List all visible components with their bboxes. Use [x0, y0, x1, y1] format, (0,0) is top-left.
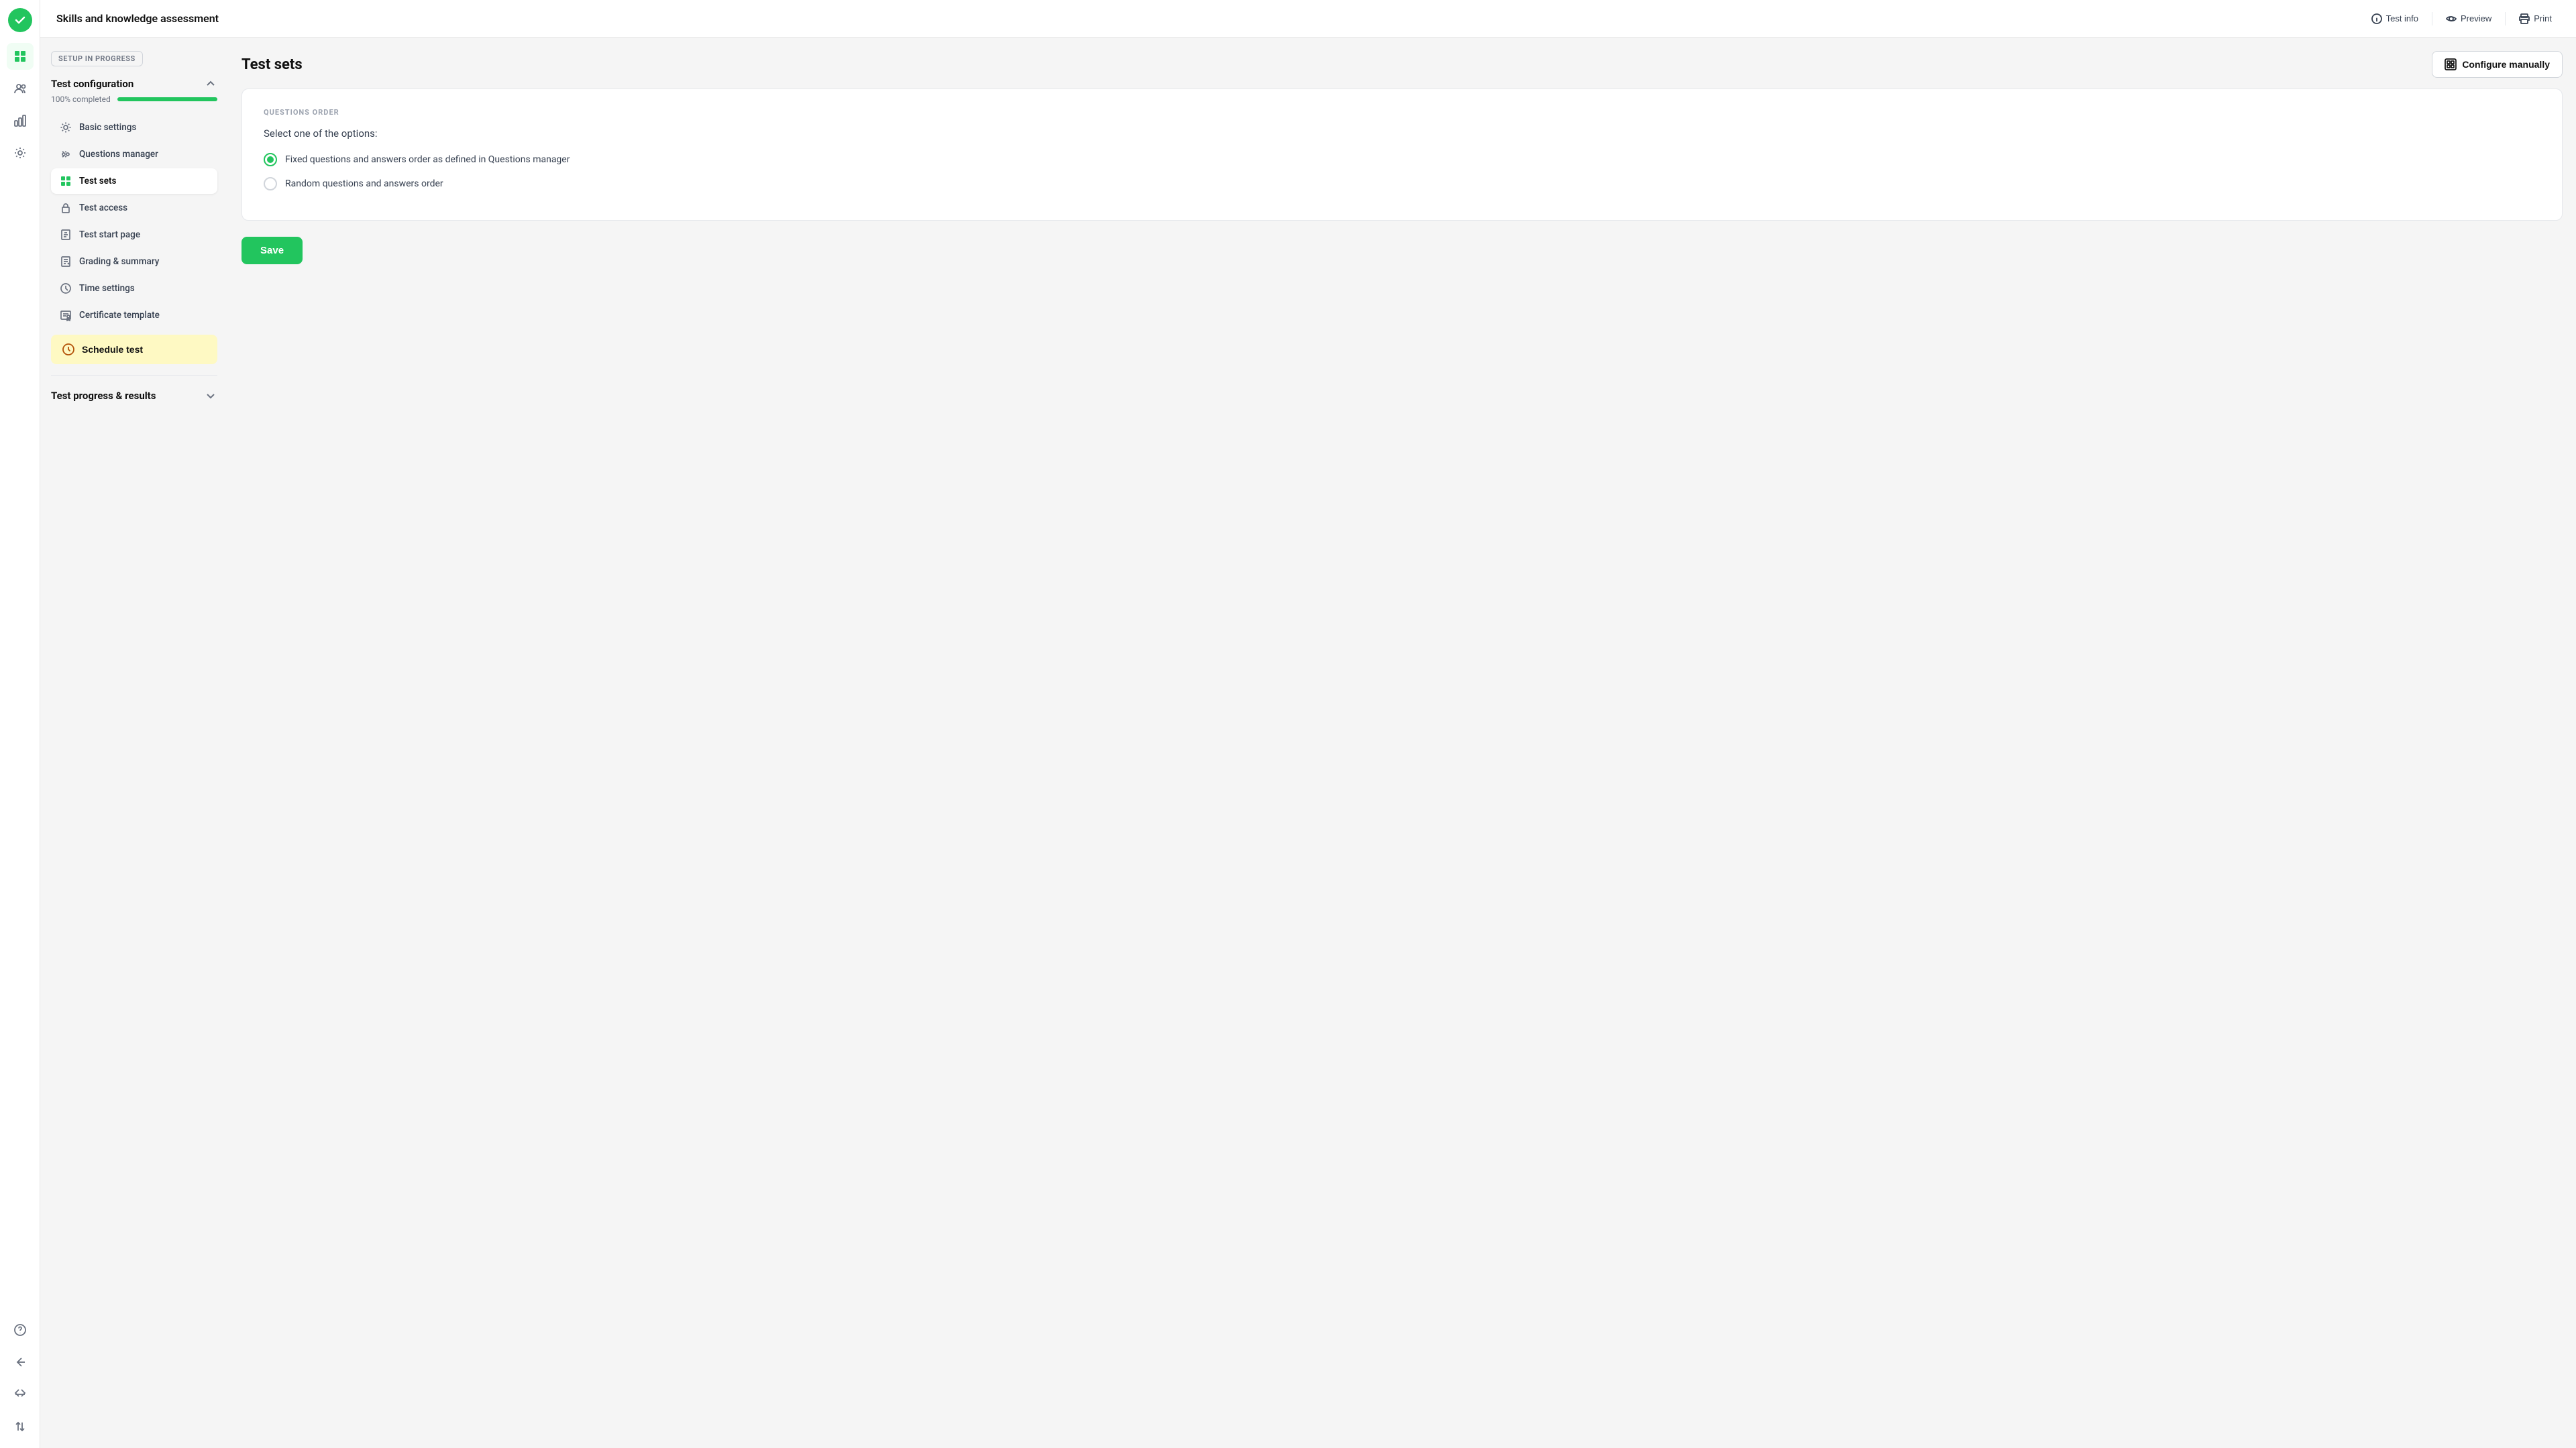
nav-chart-icon[interactable]	[7, 107, 34, 134]
questions-manager-icon	[59, 148, 72, 161]
nav-grid-icon[interactable]	[7, 43, 34, 70]
time-settings-label: Time settings	[79, 283, 135, 294]
test-sets-icon	[59, 174, 72, 188]
progress-row: 100% completed	[51, 95, 217, 104]
radio-fixed-label: Fixed questions and answers order as def…	[285, 154, 570, 165]
sidebar: SETUP IN PROGRESS Test configuration 100…	[40, 38, 228, 1448]
section2-toggle[interactable]	[204, 389, 217, 402]
certificate-template-icon	[59, 309, 72, 322]
progress-bar-bg	[117, 97, 217, 101]
test-start-page-icon	[59, 228, 72, 241]
header-actions: Test info Preview Print	[2363, 8, 2560, 30]
basic-settings-label: Basic settings	[79, 122, 136, 133]
time-settings-icon	[59, 282, 72, 295]
sidebar-item-basic-settings[interactable]: Basic settings	[51, 115, 217, 140]
page-header: Test sets Configure manually	[241, 51, 2563, 78]
top-header: Skills and knowledge assessment Test inf…	[40, 0, 2576, 38]
radio-random-label: Random questions and answers order	[285, 178, 443, 189]
nav-help-icon[interactable]	[7, 1317, 34, 1343]
progress-label: 100% completed	[51, 95, 111, 104]
sidebar-item-questions-manager[interactable]: Questions manager	[51, 142, 217, 167]
certificate-template-label: Certificate template	[79, 310, 160, 321]
radio-fixed-circle[interactable]	[264, 153, 277, 166]
nav-settings-icon[interactable]	[7, 140, 34, 166]
section1-title: Test configuration	[51, 78, 133, 90]
sidebar-item-time-settings[interactable]: Time settings	[51, 276, 217, 301]
sidebar-item-test-sets[interactable]: Test sets	[51, 168, 217, 194]
page-title: Skills and knowledge assessment	[56, 12, 219, 25]
basic-settings-icon	[59, 121, 72, 134]
grading-summary-icon	[59, 255, 72, 268]
sidebar-item-grading-summary[interactable]: Grading & summary	[51, 249, 217, 274]
questions-order-label: QUESTIONS ORDER	[264, 108, 2540, 117]
test-access-icon	[59, 201, 72, 215]
configure-icon	[2445, 58, 2457, 70]
section1-toggle[interactable]	[204, 77, 217, 91]
test-info-button[interactable]: Test info	[2363, 8, 2426, 30]
nav-expand-icon[interactable]	[7, 1381, 34, 1408]
setup-badge: SETUP IN PROGRESS	[51, 51, 143, 66]
schedule-test-label: Schedule test	[82, 344, 143, 355]
header-divider2	[2505, 12, 2506, 25]
test-start-page-label: Test start page	[79, 229, 140, 240]
section2-header[interactable]: Test progress & results	[51, 386, 217, 405]
sidebar-item-certificate-template[interactable]: Certificate template	[51, 302, 217, 328]
sidebar-item-test-access[interactable]: Test access	[51, 195, 217, 221]
main-content: Test sets Configure manually QUESTIONS O…	[228, 38, 2576, 1448]
configure-manually-label: Configure manually	[2462, 59, 2550, 70]
nav-arrows-icon[interactable]	[7, 1413, 34, 1440]
preview-button[interactable]: Preview	[2438, 8, 2500, 30]
nav-back-icon[interactable]	[7, 1349, 34, 1376]
questions-order-card: QUESTIONS ORDER Select one of the option…	[241, 89, 2563, 221]
save-button[interactable]: Save	[241, 237, 303, 264]
schedule-test-icon	[62, 343, 75, 356]
info-icon	[2371, 13, 2382, 24]
print-button[interactable]: Print	[2511, 8, 2560, 30]
test-sets-label: Test sets	[79, 176, 116, 186]
app-logo[interactable]	[8, 8, 32, 32]
radio-random-option[interactable]: Random questions and answers order	[264, 177, 2540, 190]
configure-manually-button[interactable]: Configure manually	[2432, 51, 2563, 78]
section1-header: Test configuration	[51, 77, 217, 91]
sidebar-nav: Basic settings Questions manager	[51, 115, 217, 364]
main-wrapper: Skills and knowledge assessment Test inf…	[40, 0, 2576, 1448]
sidebar-divider	[51, 375, 217, 376]
main-page-title: Test sets	[241, 56, 303, 73]
test-access-label: Test access	[79, 203, 127, 213]
nav-users-icon[interactable]	[7, 75, 34, 102]
print-icon	[2519, 13, 2530, 24]
questions-manager-label: Questions manager	[79, 149, 158, 160]
sidebar-item-test-start-page[interactable]: Test start page	[51, 222, 217, 247]
grading-summary-label: Grading & summary	[79, 256, 159, 267]
progress-bar-fill	[117, 97, 217, 101]
content-area: SETUP IN PROGRESS Test configuration 100…	[40, 38, 2576, 1448]
schedule-test-button[interactable]: Schedule test	[51, 335, 217, 364]
icon-bar	[0, 0, 40, 1448]
radio-fixed-option[interactable]: Fixed questions and answers order as def…	[264, 153, 2540, 166]
preview-icon	[2446, 13, 2457, 24]
select-options-text: Select one of the options:	[264, 127, 2540, 140]
radio-random-circle[interactable]	[264, 177, 277, 190]
section2-title: Test progress & results	[51, 390, 156, 402]
